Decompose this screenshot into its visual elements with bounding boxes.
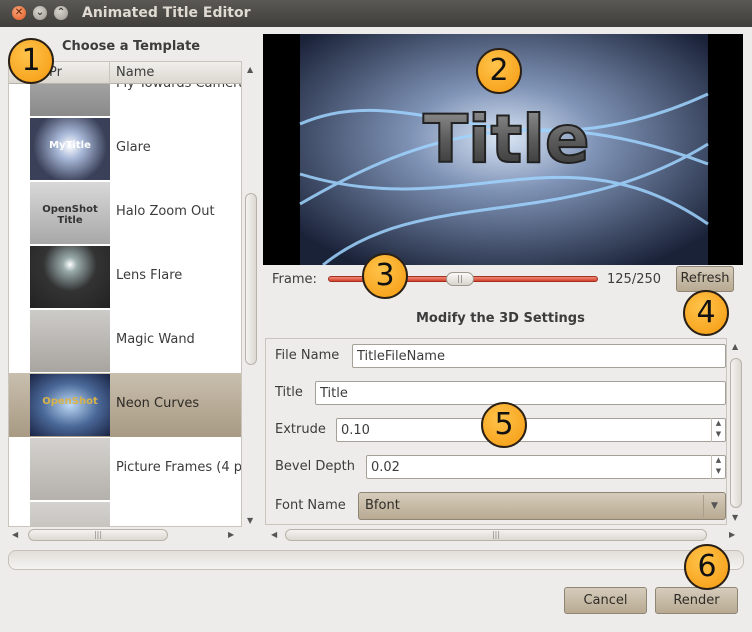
scroll-left-arrow-icon[interactable]: ◀ — [12, 530, 18, 539]
scroll-thumb[interactable] — [245, 193, 257, 365]
template-thumbnail — [30, 246, 110, 308]
callout-badge-6: 6 — [684, 544, 730, 590]
frame-label: Frame: — [272, 272, 317, 287]
callout-badge-1: 1 — [8, 38, 54, 84]
title-bar: ✕ ⌄ ⌃ Animated Title Editor — [0, 0, 752, 27]
template-row[interactable]: Lens Flare — [9, 245, 241, 309]
scroll-down-arrow-icon[interactable]: ▼ — [247, 516, 253, 525]
window-title: Animated Title Editor — [82, 5, 251, 21]
scroll-thumb[interactable]: ||| — [285, 529, 707, 541]
close-icon[interactable]: ✕ — [12, 6, 26, 20]
preview-title-text: Title — [423, 101, 590, 178]
callout-badge-3: 3 — [362, 253, 408, 299]
maximize-icon[interactable]: ⌃ — [54, 6, 68, 20]
template-list-hscrollbar[interactable]: ◀ ||| ▶ — [8, 527, 242, 543]
thumbnail-caption: MyTitle — [49, 140, 91, 151]
bevel-spin-arrows-icon[interactable]: ▲ ▼ — [711, 455, 725, 479]
template-thumbnail: OpenShot Title — [30, 182, 110, 244]
frame-count: 125/250 — [607, 272, 662, 287]
thumbnail-caption: OpenShot — [42, 396, 98, 407]
scroll-right-arrow-icon[interactable]: ▶ — [228, 530, 234, 539]
bevel-depth-label: Bevel Depth — [275, 459, 355, 474]
scroll-down-arrow-icon[interactable]: ▼ — [732, 513, 738, 522]
render-progress-bar — [8, 550, 744, 570]
settings-vscrollbar[interactable]: ▲ ▼ — [729, 340, 743, 525]
template-name: Magic Wand — [116, 332, 195, 347]
font-name-dropdown[interactable]: Bfont ▼ — [358, 492, 726, 520]
cancel-button[interactable]: Cancel — [564, 587, 647, 614]
template-row[interactable] — [9, 501, 241, 526]
template-thumbnail — [30, 502, 110, 526]
minimize-icon[interactable]: ⌄ — [33, 6, 47, 20]
template-list-vscrollbar[interactable]: ▲ ▼ — [243, 61, 259, 527]
callout-badge-2: 2 — [476, 48, 522, 94]
template-name: Glare — [116, 140, 151, 155]
template-thumbnail — [30, 310, 110, 372]
template-list[interactable]: Sub TitleFly Towards CameraMyTitleGlareO… — [8, 61, 242, 527]
template-name: Halo Zoom Out — [116, 204, 215, 219]
extrude-spinbox[interactable] — [336, 418, 726, 442]
title-field[interactable] — [315, 381, 726, 405]
template-row[interactable]: MyTitle Glare — [9, 117, 241, 181]
extrude-label: Extrude — [275, 422, 326, 437]
template-thumbnail: MyTitle — [30, 118, 110, 180]
template-row[interactable]: OpenShot Title Halo Zoom Out — [9, 181, 241, 245]
column-header-name[interactable]: Name — [116, 65, 154, 80]
bevel-depth-spinbox[interactable] — [366, 455, 726, 479]
template-thumbnail — [30, 438, 110, 500]
file-name-field[interactable] — [352, 344, 726, 368]
extrude-spin-arrows-icon[interactable]: ▲ ▼ — [711, 418, 725, 442]
settings-hscrollbar[interactable]: ◀ ||| ▶ — [265, 527, 743, 543]
thumbnail-caption: OpenShot Title — [42, 204, 98, 226]
render-button[interactable]: Render — [655, 587, 738, 614]
font-name-value: Bfont — [365, 498, 400, 513]
scroll-up-arrow-icon[interactable]: ▲ — [247, 65, 253, 74]
scroll-right-arrow-icon[interactable]: ▶ — [729, 530, 735, 539]
template-thumbnail: OpenShot — [30, 374, 110, 436]
template-row[interactable]: OpenShot Neon Curves — [9, 373, 241, 437]
title-label: Title — [275, 385, 303, 400]
template-name: Neon Curves — [116, 396, 200, 411]
callout-badge-4: 4 — [683, 290, 729, 336]
template-row[interactable]: Magic Wand — [9, 309, 241, 373]
dropdown-arrow-icon: ▼ — [703, 495, 725, 517]
font-name-label: Font Name — [275, 498, 346, 513]
callout-badge-5: 5 — [481, 402, 527, 448]
scroll-thumb[interactable] — [730, 358, 742, 508]
choose-template-heading: Choose a Template — [62, 39, 201, 54]
modify-settings-heading: Modify the 3D Settings — [416, 311, 585, 326]
scroll-thumb[interactable]: ||| — [28, 529, 168, 541]
file-name-label: File Name — [275, 348, 340, 363]
template-name: Picture Frames (4 p — [116, 460, 242, 475]
scroll-up-arrow-icon[interactable]: ▲ — [732, 342, 738, 351]
template-row[interactable]: Picture Frames (4 p — [9, 437, 242, 501]
frame-slider-knob[interactable]: || — [446, 272, 474, 286]
refresh-button[interactable]: Refresh — [676, 266, 734, 292]
scroll-left-arrow-icon[interactable]: ◀ — [271, 530, 277, 539]
template-name: Lens Flare — [116, 268, 183, 283]
